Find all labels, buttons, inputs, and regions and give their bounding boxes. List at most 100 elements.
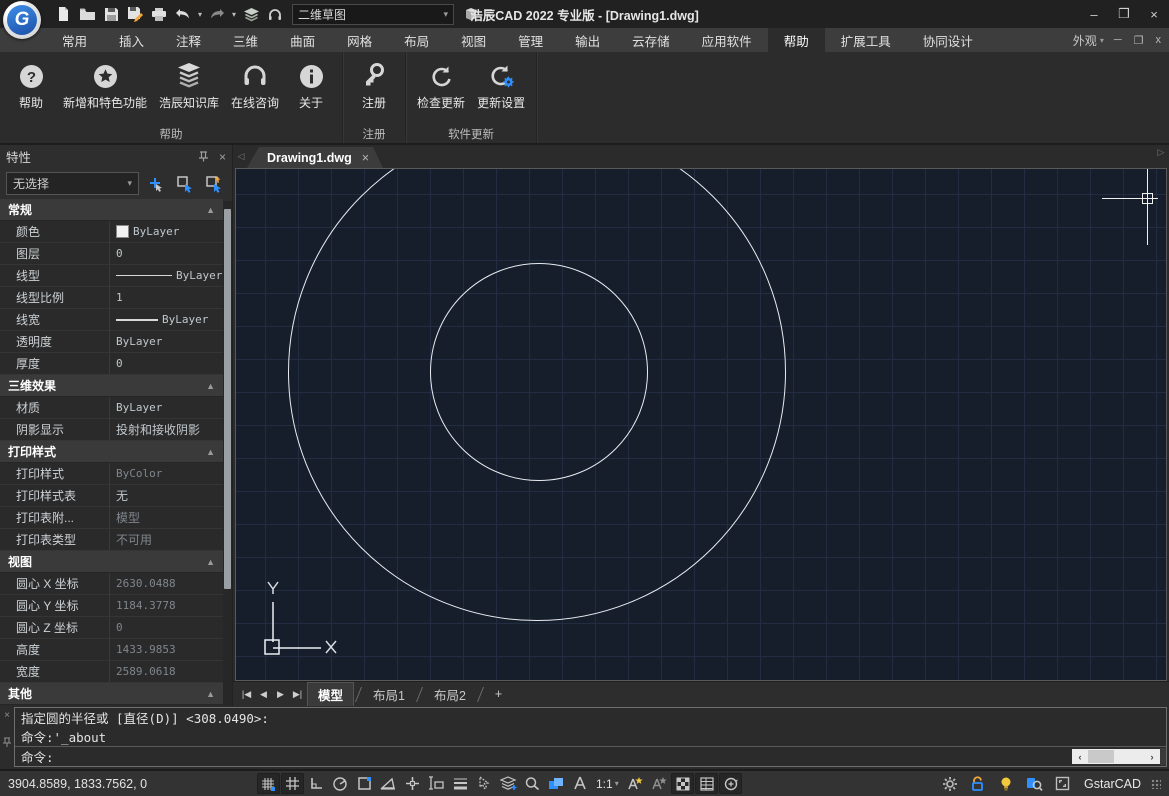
tab-view[interactable]: 视图 — [445, 28, 502, 52]
add-layout-button[interactable]: + — [485, 685, 512, 703]
tab-collaborate[interactable]: 协同设计 — [907, 28, 989, 52]
redo-dropdown-caret[interactable]: ▾ — [230, 10, 238, 19]
property-row-center-z[interactable]: 圆心 Z 坐标 0 — [0, 617, 223, 639]
scroll-right-icon[interactable]: › — [1144, 752, 1160, 762]
settings-gear-icon[interactable] — [939, 773, 962, 794]
tab-model[interactable]: 模型 — [307, 682, 354, 706]
property-row-material[interactable]: 材质 ByLayer — [0, 397, 223, 419]
knowledge-base-button[interactable]: 浩辰知识库 — [154, 56, 224, 113]
section-other[interactable]: 其他▲ — [0, 683, 223, 705]
tab-home[interactable]: 常用 — [46, 28, 103, 52]
snap-mode-icon[interactable] — [257, 773, 280, 794]
quick-select-icon[interactable] — [144, 173, 168, 195]
angle-snap-icon[interactable] — [377, 773, 400, 794]
polar-tracking-icon[interactable] — [329, 773, 352, 794]
doc-close-button[interactable]: x — [1156, 34, 1162, 46]
print-icon[interactable] — [148, 3, 170, 25]
layer-states-icon[interactable] — [240, 3, 262, 25]
section-view[interactable]: 视图▲ — [0, 551, 223, 573]
first-layout-icon[interactable]: |◀ — [239, 689, 254, 700]
tab-layout1[interactable]: 布局1 — [363, 683, 415, 706]
open-file-icon[interactable] — [76, 3, 98, 25]
section-plot-style[interactable]: 打印样式▲ — [0, 441, 223, 463]
doc-minimize-button[interactable]: ─ — [1114, 34, 1122, 46]
tab-express[interactable]: 扩展工具 — [825, 28, 907, 52]
quick-properties-icon[interactable] — [473, 773, 496, 794]
tab-output[interactable]: 输出 — [559, 28, 616, 52]
new-features-button[interactable]: 新增和特色功能 — [58, 56, 152, 113]
tab-layout[interactable]: 布局 — [388, 28, 445, 52]
tab-mesh[interactable]: 网格 — [331, 28, 388, 52]
register-button[interactable]: 注册 — [349, 56, 399, 113]
transparency-icon[interactable] — [671, 773, 694, 794]
property-row-width[interactable]: 宽度 2589.0618 — [0, 661, 223, 683]
select-objects-icon[interactable] — [173, 173, 197, 195]
annotation-scale-control[interactable]: 1:1 ▾ — [592, 777, 623, 791]
headset-icon[interactable] — [264, 3, 286, 25]
doc-restore-button[interactable]: ❐ — [1134, 34, 1144, 47]
redo-icon[interactable] — [206, 3, 228, 25]
property-row-linetype[interactable]: 线型 ByLayer — [0, 265, 223, 287]
inner-circle[interactable] — [430, 263, 648, 481]
snap-tracking-icon[interactable] — [401, 773, 424, 794]
ortho-mode-icon[interactable] — [305, 773, 328, 794]
appearance-menu[interactable]: 外观 ▾ — [1073, 32, 1104, 49]
properties-scrollbar[interactable] — [223, 201, 232, 706]
property-row-plot-attach[interactable]: 打印表附... 模型 — [0, 507, 223, 529]
minimize-button[interactable]: – — [1079, 2, 1109, 26]
scrollbar-thumb[interactable] — [224, 209, 231, 589]
online-support-button[interactable]: 在线咨询 — [226, 56, 284, 113]
resize-grip[interactable] — [1151, 779, 1161, 789]
command-pin-icon[interactable] — [3, 737, 11, 747]
dynamic-input-icon[interactable] — [425, 773, 448, 794]
view-cube-icon[interactable] — [460, 3, 482, 25]
property-row-color[interactable]: 颜色 ByLayer — [0, 221, 223, 243]
property-row-transparency[interactable]: 透明度 ByLayer — [0, 331, 223, 353]
layer-preview-icon[interactable] — [497, 773, 520, 794]
grid-display-icon[interactable] — [281, 773, 304, 794]
property-row-height[interactable]: 高度 1433.9853 — [0, 639, 223, 661]
clean-screen-icon[interactable] — [1051, 773, 1074, 794]
section-general[interactable]: 常规▲ — [0, 199, 223, 221]
tab-annotate[interactable]: 注释 — [160, 28, 217, 52]
auto-annotation-icon[interactable] — [647, 773, 670, 794]
prev-layout-icon[interactable]: ◀ — [256, 689, 271, 700]
help-button[interactable]: ? 帮助 — [6, 56, 56, 113]
property-row-layer[interactable]: 图层 0 — [0, 243, 223, 265]
quick-view-icon[interactable] — [521, 773, 544, 794]
property-row-linetype-scale[interactable]: 线型比例 1 — [0, 287, 223, 309]
section-3d-effects[interactable]: 三维效果▲ — [0, 375, 223, 397]
maximize-button[interactable]: ❒ — [1109, 2, 1139, 26]
tab-cloud[interactable]: 云存储 — [616, 28, 686, 52]
tab-help[interactable]: 帮助 — [768, 28, 825, 52]
undo-dropdown-caret[interactable]: ▾ — [196, 10, 204, 19]
last-layout-icon[interactable]: ▶| — [290, 689, 305, 700]
drawing-canvas[interactable]: Y — [235, 168, 1167, 681]
check-update-button[interactable]: 检查更新 — [412, 56, 470, 113]
tab-scroll-left-icon[interactable]: ◁ — [235, 145, 247, 168]
lineweight-icon[interactable] — [449, 773, 472, 794]
app-logo[interactable]: G — [3, 1, 41, 39]
property-row-plot-style[interactable]: 打印样式 ByColor — [0, 463, 223, 485]
isodraft-icon[interactable] — [719, 773, 742, 794]
tab-scroll-right-icon[interactable]: ▷ — [1155, 141, 1167, 164]
document-tab-close-icon[interactable]: × — [362, 151, 369, 165]
tab-3d[interactable]: 三维 — [217, 28, 274, 52]
workspace-dropdown[interactable]: 二维草图 ▾ — [292, 4, 454, 25]
command-input[interactable]: 命令: — [15, 746, 1166, 766]
update-settings-button[interactable]: 更新设置 — [472, 56, 530, 113]
about-button[interactable]: 关于 — [286, 56, 336, 113]
command-window[interactable]: 指定圆的半径或 [直径(D)] <308.0490>: 命令:'_about 命… — [14, 707, 1167, 767]
pin-icon[interactable] — [198, 151, 209, 162]
property-row-plot-table[interactable]: 打印样式表 无 — [0, 485, 223, 507]
cycle-select-icon[interactable] — [545, 773, 568, 794]
close-button[interactable]: × — [1139, 2, 1169, 26]
object-snap-icon[interactable] — [353, 773, 376, 794]
close-icon[interactable]: × — [219, 150, 226, 164]
command-close-icon[interactable]: × — [4, 710, 10, 721]
command-hscrollbar[interactable]: ‹ › — [1072, 749, 1160, 764]
save-icon[interactable] — [100, 3, 122, 25]
next-layout-icon[interactable]: ▶ — [273, 689, 288, 700]
undo-icon[interactable] — [172, 3, 194, 25]
property-row-center-y[interactable]: 圆心 Y 坐标 1184.3778 — [0, 595, 223, 617]
